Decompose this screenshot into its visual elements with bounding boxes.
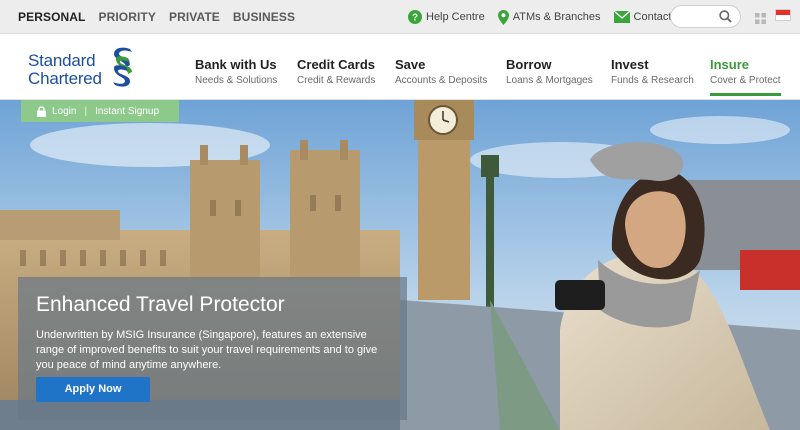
segment-tab-private[interactable]: PRIVATE bbox=[169, 0, 220, 34]
atms-branches-label: ATMs & Branches bbox=[512, 11, 601, 23]
promo-panel: Enhanced Travel Protector Underwritten b… bbox=[18, 277, 407, 420]
segment-tabs: PERSONAL PRIORITY PRIVATE BUSINESS bbox=[18, 0, 308, 34]
promo-title: Enhanced Travel Protector bbox=[36, 293, 285, 316]
search-box bbox=[670, 5, 741, 28]
segment-tab-business[interactable]: BUSINESS bbox=[233, 0, 295, 34]
grid-icon[interactable] bbox=[755, 11, 766, 29]
logo-line-1: Standard bbox=[28, 50, 96, 70]
nav-item-save[interactable]: Save Accounts & Deposits bbox=[395, 57, 487, 86]
logo-wordmark: Standard Chartered bbox=[28, 50, 102, 88]
instant-signup-link[interactable]: Instant Signup bbox=[95, 106, 159, 117]
nav-item-title: Save bbox=[395, 57, 426, 72]
login-bar: Login | Instant Signup bbox=[21, 100, 179, 122]
help-centre-label: Help Centre bbox=[426, 11, 485, 23]
nav-item-borrow[interactable]: Borrow Loans & Mortgages bbox=[506, 57, 593, 86]
nav-item-subtitle: Accounts & Deposits bbox=[395, 75, 488, 86]
search-icon[interactable] bbox=[719, 10, 732, 28]
standard-chartered-logo[interactable]: Standard Chartered bbox=[28, 46, 136, 93]
nav-item-title: Insure bbox=[710, 57, 750, 72]
nav-item-insure[interactable]: Insure Cover & Protect bbox=[710, 57, 781, 96]
help-centre-link[interactable]: ? Help Centre bbox=[408, 10, 485, 24]
nav-item-invest[interactable]: Invest Funds & Research bbox=[611, 57, 694, 86]
nav-item-title: Bank with Us bbox=[195, 57, 277, 72]
nav-item-subtitle: Loans & Mortgages bbox=[506, 75, 593, 86]
nav-item-subtitle: Credit & Rewards bbox=[297, 75, 376, 86]
promo-description: Underwritten by MSIG Insurance (Singapor… bbox=[36, 329, 378, 371]
login-separator: | bbox=[84, 105, 88, 117]
utility-links: ? Help Centre ATMs & Branches Contact Us bbox=[408, 0, 701, 34]
atms-branches-link[interactable]: ATMs & Branches bbox=[497, 9, 601, 25]
nav-item-subtitle: Needs & Solutions bbox=[195, 75, 278, 86]
singapore-flag-icon[interactable] bbox=[775, 9, 791, 21]
nav-item-subtitle: Funds & Research bbox=[611, 75, 694, 86]
apply-now-button[interactable]: Apply Now bbox=[36, 377, 150, 402]
help-icon: ? bbox=[408, 10, 422, 24]
mail-icon bbox=[613, 11, 630, 23]
svg-text:?: ? bbox=[412, 13, 418, 24]
nav-item-credit-cards[interactable]: Credit Cards Credit & Rewards bbox=[297, 57, 375, 86]
nav-item-bank-with-us[interactable]: Bank with Us Needs & Solutions bbox=[195, 57, 277, 86]
segment-tab-personal[interactable]: PERSONAL bbox=[18, 0, 85, 34]
nav-item-title: Invest bbox=[611, 57, 649, 72]
logo-line-2: Chartered bbox=[28, 68, 102, 88]
nav-item-title: Borrow bbox=[506, 57, 552, 72]
login-link[interactable]: Login bbox=[52, 106, 76, 117]
logo-mark-icon bbox=[110, 46, 136, 93]
location-pin-icon bbox=[497, 9, 509, 25]
segment-tab-priority[interactable]: PRIORITY bbox=[98, 0, 155, 34]
lock-icon bbox=[37, 105, 46, 117]
nav-item-subtitle: Cover & Protect bbox=[710, 75, 781, 86]
main-nav: Standard Chartered Bank with Us Needs & … bbox=[0, 34, 800, 100]
top-utility-bar: PERSONAL PRIORITY PRIVATE BUSINESS ? Hel… bbox=[0, 0, 800, 34]
nav-item-title: Credit Cards bbox=[297, 57, 376, 72]
